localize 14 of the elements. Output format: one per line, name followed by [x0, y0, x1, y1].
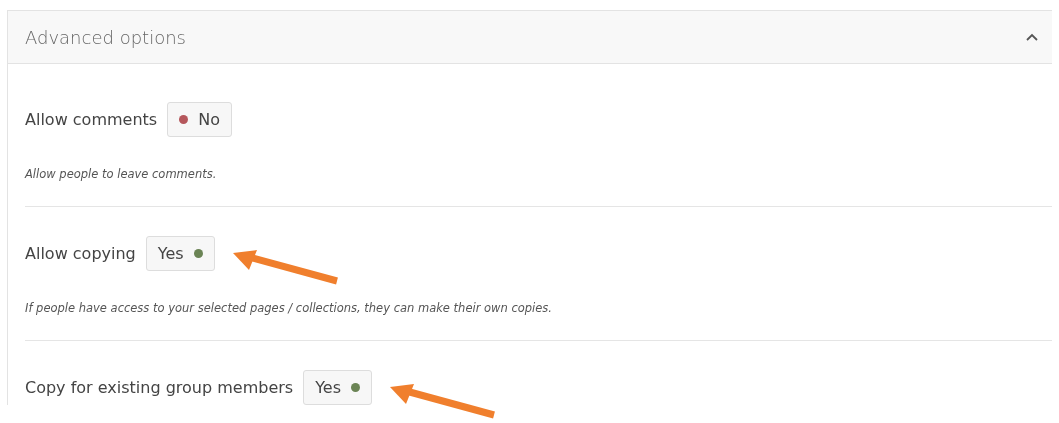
option-label: Allow copying	[25, 244, 136, 263]
chevron-up-icon[interactable]	[1026, 33, 1038, 41]
status-dot-icon	[179, 115, 189, 124]
toggle-switch[interactable]: No	[167, 102, 232, 137]
option-description: Allow people to leave comments.	[25, 166, 218, 182]
toggle-switch[interactable]: Yes	[145, 236, 215, 271]
status-dot-icon	[351, 383, 360, 392]
option-label: Allow comments	[25, 110, 158, 129]
option-label: Copy for existing group members	[25, 378, 294, 397]
status-dot-icon	[193, 249, 203, 258]
panel-header[interactable]: Advanced options	[8, 11, 1052, 64]
panel-title: Advanced options	[25, 26, 186, 48]
option-description: If people have access to your selected pages / collections, they can make their own copies.	[25, 300, 553, 316]
toggle-switch[interactable]: Yes	[303, 370, 372, 405]
